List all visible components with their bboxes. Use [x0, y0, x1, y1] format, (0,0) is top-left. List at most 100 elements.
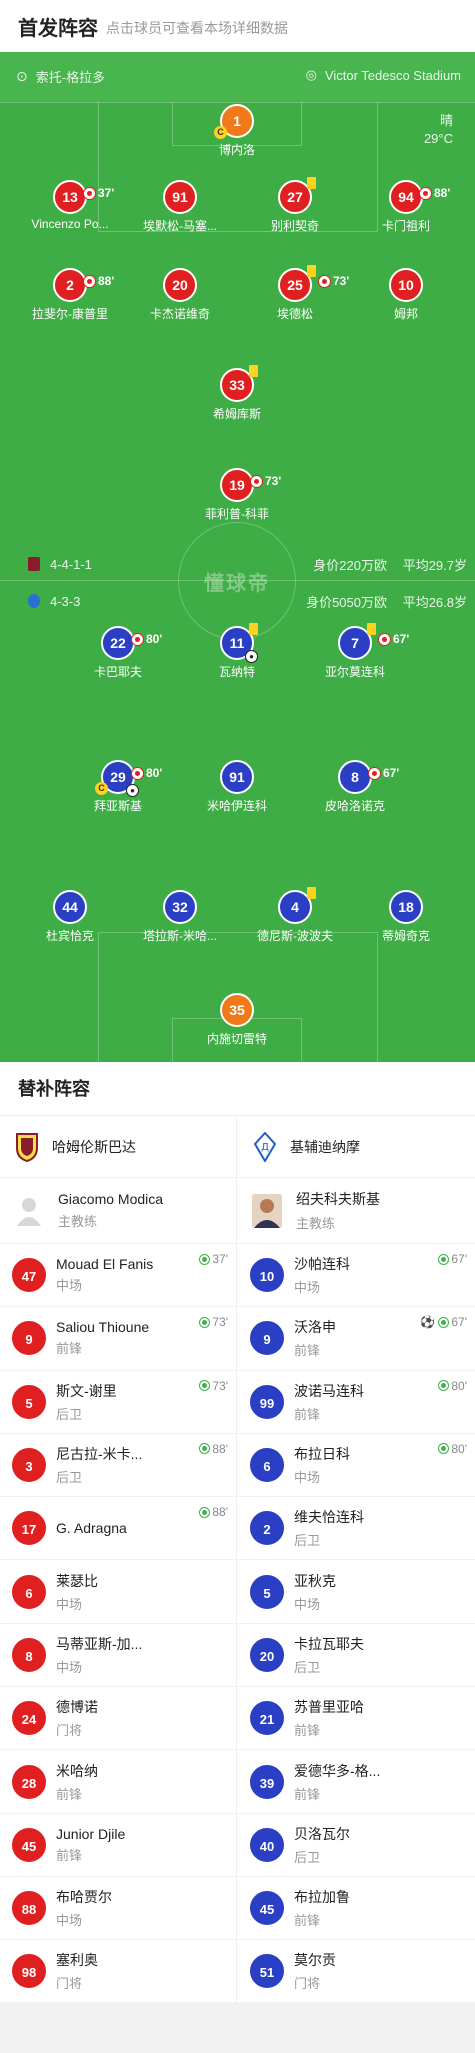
jersey-number: 27 — [287, 189, 303, 205]
home-coach[interactable]: Giacomo Modica 主教练 — [0, 1178, 236, 1244]
jersey-number-badge: 2 — [250, 1511, 284, 1546]
jersey-number-badge: 21 — [250, 1701, 284, 1736]
away-player-7[interactable]: 7 67' 亚尔莫连科 — [300, 623, 410, 680]
substitution-in-icon — [438, 1316, 450, 1328]
substitute-position: 门将 — [56, 1976, 83, 1992]
substitute-row[interactable]: 40 贝洛瓦尔 后卫 — [238, 1814, 475, 1877]
substitute-position: 前锋 — [294, 1406, 321, 1422]
pitch: ⊙ 索托-格拉多 ◎ Victor Tedesco Stadium 晴 29°C… — [0, 52, 475, 1062]
substitute-row[interactable]: 10 沙帕连科 中场 67' — [238, 1244, 475, 1308]
home-player-33[interactable]: 33 希姆库斯 — [182, 365, 292, 422]
substitution-minute: 67' — [393, 632, 410, 646]
substitution-in-icon — [199, 1380, 211, 1392]
substitute-row[interactable]: 98 塞利奥 门将 — [0, 1940, 236, 2004]
away-team-stats: 4-3-3 身价5050万欧 平均26.8岁 — [0, 591, 475, 611]
away-player-91[interactable]: 91 米哈伊连科 — [182, 760, 292, 814]
home-player-10[interactable]: 10 姆邦 — [351, 268, 461, 322]
home-team-label: ⊙ 索托-格拉多 — [16, 67, 105, 86]
away-player-32[interactable]: 32 塔拉斯-米哈... — [125, 890, 235, 944]
jersey-number: 33 — [229, 377, 245, 393]
substitution-off-icon — [83, 186, 96, 200]
coach-photo — [252, 1193, 282, 1228]
substitute-row[interactable]: 47 Mouad El Fanis 中场 37' — [0, 1244, 236, 1308]
away-player-44[interactable]: 44 杜宾恰克 — [15, 890, 125, 944]
away-player-18[interactable]: 18 蒂姆奇克 — [351, 890, 461, 944]
jersey-number: 91 — [172, 189, 188, 205]
substitute-position: 前锋 — [56, 1341, 83, 1357]
substitute-row[interactable]: 88 布哈贾尔 中场 — [0, 1877, 236, 1941]
substitute-row[interactable]: 45 布拉加鲁 前锋 — [238, 1877, 475, 1941]
substitute-row[interactable]: 24 德博诺 门将 — [0, 1687, 236, 1751]
substitute-name: 苏普里亚哈 — [294, 1699, 364, 1716]
jersey-number: 35 — [229, 1002, 245, 1018]
substitute-position: 后卫 — [56, 1470, 83, 1486]
away-player-11[interactable]: 11 ● 瓦纳特 — [182, 623, 292, 680]
home-player-27[interactable]: 27 别利契奇 — [240, 177, 350, 234]
home-player-91[interactable]: 91 埃默松-马塞... — [125, 180, 235, 234]
substitute-row[interactable]: 99 波诺马连科 前锋 80' — [238, 1371, 475, 1434]
stadium-label: ◎ Victor Tedesco Stadium — [306, 67, 461, 83]
substitute-row[interactable]: 17 G. Adragna 88' — [0, 1497, 236, 1561]
home-player-1[interactable]: 1 C 博内洛 — [182, 104, 292, 158]
substitute-row[interactable]: 39 爱德华多-格... 前锋 — [238, 1750, 475, 1814]
home-player-2[interactable]: 2 88' 拉斐尔-康普里 — [15, 268, 125, 322]
jersey-number-badge: 20 — [250, 1637, 284, 1672]
substitute-name: 亚秋克 — [294, 1572, 336, 1589]
substitutes-section: 替补阵容 哈姆伦斯巴达 Giacomo Modica 主教练 47 Mouad E… — [0, 1062, 475, 2004]
substitution-minute: 88' — [98, 274, 115, 288]
away-player-22[interactable]: 22 80' 卡巴耶夫 — [63, 626, 173, 680]
substitute-row[interactable]: 5 亚秋克 中场 — [238, 1560, 475, 1624]
jersey-number-badge: 9 — [12, 1321, 46, 1356]
substitute-row[interactable]: 20 卡拉瓦耶夫 后卫 — [238, 1624, 475, 1688]
away-player-29[interactable]: 29 80' C ● 拜亚斯基 — [63, 760, 173, 814]
home-team-header[interactable]: 哈姆伦斯巴达 — [0, 1116, 236, 1178]
substitute-row[interactable]: 3 尼古拉-米卡... 后卫 88' — [0, 1434, 236, 1498]
jersey-number: 44 — [62, 899, 78, 915]
jersey-number-badge: 91 — [220, 760, 254, 794]
jersey-number-badge: 88 — [12, 1891, 46, 1926]
weather-info: 晴 29°C — [424, 112, 453, 148]
jersey-number-badge: 98 — [12, 1954, 46, 1989]
substitution-minute: 67' — [451, 1252, 467, 1266]
substitute-row[interactable]: 21 苏普里亚哈 前锋 — [238, 1687, 475, 1751]
substitute-name: 马蒂亚斯-加... — [56, 1635, 143, 1652]
substitute-row[interactable]: 8 马蒂亚斯-加... 中场 — [0, 1624, 236, 1688]
away-coach[interactable]: 绍夫科夫斯基 主教练 — [238, 1178, 475, 1244]
substitute-row[interactable]: 28 米哈纳 前锋 — [0, 1750, 236, 1814]
svg-text:Д: Д — [261, 1142, 269, 1153]
home-player-19[interactable]: 19 73' 菲利普-科菲 — [182, 468, 292, 522]
substitute-name: 米哈纳 — [56, 1762, 98, 1779]
home-player-13[interactable]: 13 37' Vincenzo Po... — [15, 180, 125, 231]
away-player-35[interactable]: 35 内施切雷特 — [182, 993, 292, 1047]
yellow-card-icon — [307, 265, 316, 277]
substitute-row[interactable]: 6 莱瑟比 中场 — [0, 1560, 236, 1624]
substitution-off-icon — [368, 766, 381, 780]
substitute-name: 沙帕连科 — [294, 1256, 350, 1273]
away-team-header[interactable]: Д 基辅迪纳摩 — [238, 1116, 475, 1178]
substitution-in-marker: 80' — [438, 1379, 467, 1393]
substitute-row[interactable]: 9 沃洛申 前锋 ⚽ 67' — [238, 1307, 475, 1371]
substitute-row[interactable]: 51 莫尔贡 门将 — [238, 1940, 475, 2004]
jersey-number: 25 — [287, 277, 303, 293]
away-player-8[interactable]: 8 67' 皮哈洛诺克 — [300, 760, 410, 814]
away-coach-name: 绍夫科夫斯基 — [296, 1191, 380, 1207]
substitute-row[interactable]: 6 布拉日科 中场 80' — [238, 1434, 475, 1498]
home-player-25[interactable]: 25 73' 埃德松 — [240, 265, 350, 322]
home-player-94[interactable]: 94 88' 卡门祖利 — [351, 180, 461, 234]
substitute-row[interactable]: 9 Saliou Thioune 前锋 73' — [0, 1307, 236, 1371]
substitution-minute: 73' — [212, 1315, 228, 1330]
substitute-row[interactable]: 5 斯文-谢里 后卫 73' — [0, 1371, 236, 1434]
away-player-4[interactable]: 4 德尼斯-波波夫 — [240, 887, 350, 944]
jersey-number: 7 — [351, 635, 359, 651]
home-player-20[interactable]: 20 卡杰诺维奇 — [125, 268, 235, 322]
substitution-in-icon — [199, 1316, 211, 1328]
substitute-row[interactable]: 2 维夫恰连科 后卫 — [238, 1497, 475, 1561]
weather-text: 晴 — [439, 113, 453, 128]
substitute-row[interactable]: 45 Junior Djile 前锋 — [0, 1814, 236, 1877]
substitution-off-icon — [318, 274, 331, 288]
away-age: 平均26.8岁 — [402, 594, 467, 610]
substitute-name: 贝洛瓦尔 — [294, 1825, 350, 1842]
player-name: 别利契奇 — [270, 219, 319, 233]
substitute-position: 中场 — [294, 1470, 321, 1486]
player-name: 埃德松 — [276, 307, 313, 321]
